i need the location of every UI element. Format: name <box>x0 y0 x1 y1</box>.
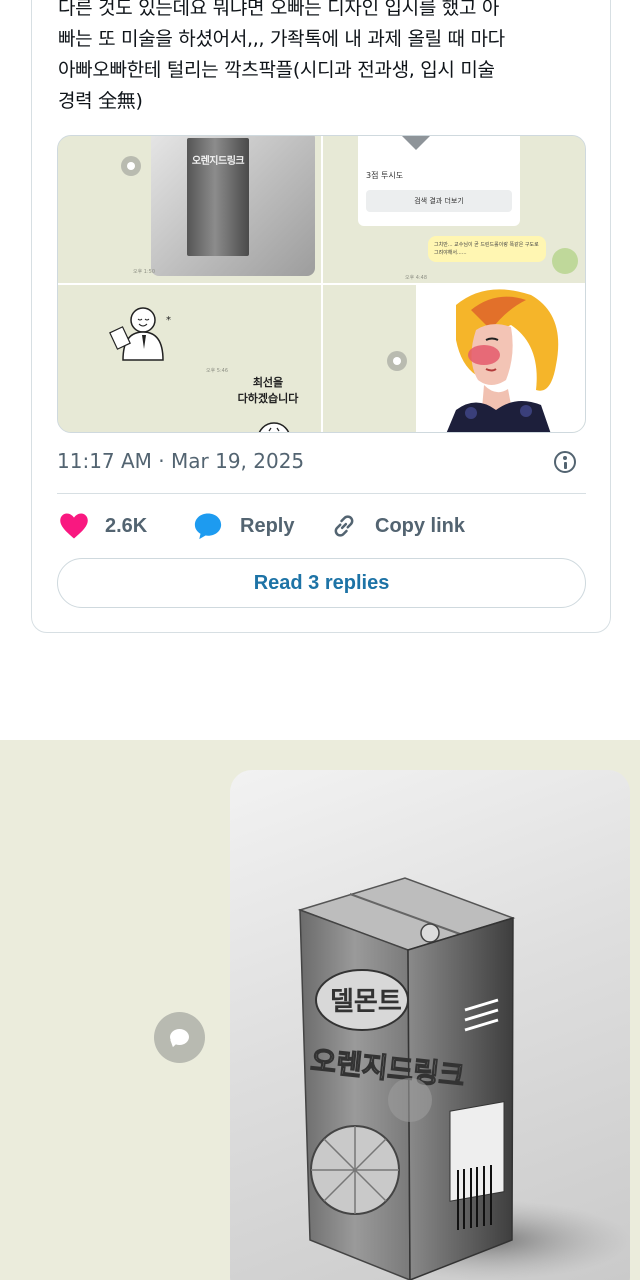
reply-label: Reply <box>240 514 295 537</box>
chat-indicator-tail <box>168 1039 178 1049</box>
chat-question: 3점 투시도 <box>366 171 404 180</box>
tweet-timestamp[interactable]: 11:17 AM · Mar 19, 2025 <box>57 449 304 473</box>
tweet-text: 다른 것도 있는데요 뭐냐면 오빠는 디자인 입시를 했고 아 빠는 또 미술을… <box>58 0 578 117</box>
portrait-illustration <box>416 285 585 432</box>
doodle-head <box>258 422 290 432</box>
doodle-caption-line: 다하겠습니다 <box>237 392 299 405</box>
reply-bubble-icon <box>194 513 222 540</box>
chat-indicator-icon <box>387 351 407 371</box>
image-preview-icon <box>396 136 436 150</box>
doodle-caption-line: 최선을 <box>252 376 284 389</box>
copy-link-label: Copy link <box>375 514 466 537</box>
like-button[interactable]: 2.6K <box>59 509 147 543</box>
doodle-caption: 최선을 다하겠습니다 <box>226 375 310 407</box>
tweet-text-line: 경력 全無) <box>58 90 143 112</box>
link-icon <box>334 515 354 537</box>
media-tile-chat[interactable]: 3점 투시도 검색 결과 더보기 그치만... 교수님이 곧 드린드롤이랑 똑같… <box>323 136 585 283</box>
heart-icon <box>60 513 88 539</box>
divider <box>57 493 586 494</box>
tweet-card: 다른 것도 있는데요 뭐냐면 오빠는 디자인 입시를 했고 아 빠는 또 미술을… <box>31 0 611 633</box>
frog-emoticon <box>552 248 578 274</box>
tile-time: 오후 1:50 <box>133 269 156 275</box>
doodle-character: * <box>109 307 171 361</box>
enlarged-image-panel: 델몬트 오렌지드링크 <box>0 740 640 1280</box>
media-grid[interactable]: 오렌지드링크 오후 1:50 3점 투시도 검색 결과 더보기 그치만... 교… <box>57 135 586 433</box>
svg-text:델몬트: 델몬트 <box>330 987 402 1017</box>
tile-time: 오후 4:48 <box>405 275 428 281</box>
chat-indicator-icon <box>154 1012 205 1063</box>
info-icon[interactable] <box>554 451 576 473</box>
tweet-text-line: 아빠오빠한테 털리는 깍츠팍플(시디과 전과생, 입시 미술 <box>58 59 495 81</box>
chat-reply-bubble: 그치만... 교수님이 곧 드린드롤이랑 똑같은 구도로 그려야해서...... <box>428 236 546 262</box>
svg-text:*: * <box>166 315 171 326</box>
reply-button[interactable]: Reply <box>192 509 294 543</box>
media-tile-doodle[interactable]: * 오후 5:46 최선을 다하겠습니다 <box>58 285 321 432</box>
tile-time: 오후 5:46 <box>206 368 229 374</box>
tweet-text-line: 빠는 또 미술을 하셨어서,,, 가좍톡에 내 과제 올릴 때 마다 <box>58 28 505 50</box>
media-tile-carton[interactable]: 오렌지드링크 오후 1:50 <box>58 136 321 283</box>
like-count: 2.6K <box>105 514 148 537</box>
media-tile-portrait[interactable] <box>323 285 585 432</box>
grid-gutter <box>58 283 585 285</box>
copy-link-button[interactable]: Copy link <box>329 509 465 543</box>
carton-photo: 오렌지드링크 <box>151 136 315 276</box>
read-replies-label: Read 3 replies <box>253 571 390 594</box>
carton-drawing-photo[interactable]: 델몬트 오렌지드링크 <box>230 770 630 1280</box>
carton-drawing: 델몬트 오렌지드링크 <box>297 877 630 1280</box>
chat-more-button: 검색 결과 더보기 <box>366 190 512 212</box>
chat-indicator-icon <box>121 156 141 176</box>
chat-message-card: 3점 투시도 검색 결과 더보기 <box>358 136 520 226</box>
carton-label: 오렌지드링크 <box>191 156 245 167</box>
read-replies-button[interactable]: Read 3 replies <box>57 558 586 608</box>
tweet-text-line: 다른 것도 있는데요 뭐냐면 오빠는 디자인 입시를 했고 아 <box>58 0 500 19</box>
